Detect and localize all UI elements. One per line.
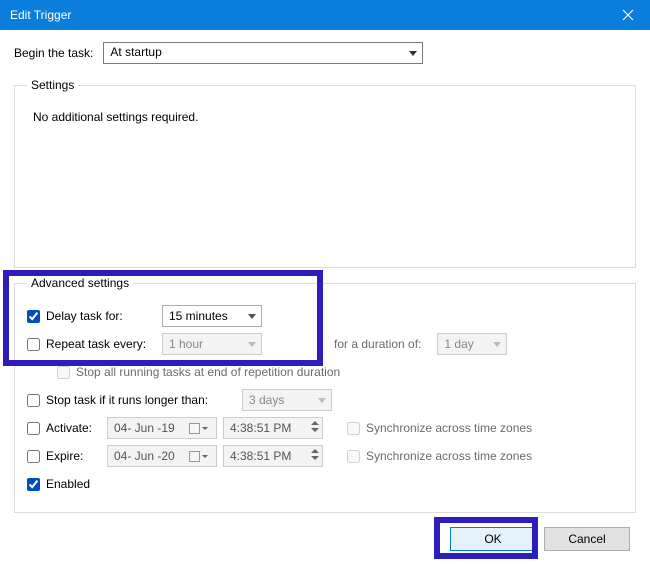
repeat-checkbox[interactable] xyxy=(27,338,40,351)
cancel-button[interactable]: Cancel xyxy=(544,527,630,551)
settings-group: Settings No additional settings required… xyxy=(14,78,636,268)
activate-sync-label: Synchronize across time zones xyxy=(366,421,532,435)
repeat-select[interactable]: 1 hour xyxy=(162,333,262,355)
settings-legend: Settings xyxy=(27,78,78,92)
stop-if-longer-value: 3 days xyxy=(249,393,284,407)
ok-label: OK xyxy=(484,532,501,546)
expire-date-value: 04- Jun -20 xyxy=(114,449,175,463)
activate-date-value: 04- Jun -19 xyxy=(114,421,175,435)
stop-repetition-checkbox xyxy=(57,366,70,379)
begin-task-value: At startup xyxy=(110,45,161,59)
title-bar: Edit Trigger xyxy=(0,0,650,30)
calendar-icon xyxy=(189,423,200,434)
repeat-value: 1 hour xyxy=(169,337,203,351)
advanced-settings-group: Advanced settings Delay task for: 15 min… xyxy=(14,276,636,513)
chevron-down-icon xyxy=(202,427,208,430)
spinner-icon xyxy=(311,421,319,432)
expire-date[interactable]: 04- Jun -20 xyxy=(107,445,217,467)
activate-label: Activate: xyxy=(46,421,101,435)
duration-select[interactable]: 1 day xyxy=(437,333,507,355)
ok-button[interactable]: OK xyxy=(450,527,536,551)
enabled-label: Enabled xyxy=(46,477,90,491)
expire-time-value: 4:38:51 PM xyxy=(230,449,291,463)
stop-repetition-label: Stop all running tasks at end of repetit… xyxy=(76,365,340,379)
expire-label: Expire: xyxy=(46,449,101,463)
stop-if-longer-select[interactable]: 3 days xyxy=(242,389,332,411)
delay-value: 15 minutes xyxy=(169,309,228,323)
activate-date[interactable]: 04- Jun -19 xyxy=(107,417,217,439)
enabled-checkbox[interactable] xyxy=(27,478,40,491)
stop-if-longer-label: Stop task if it runs longer than: xyxy=(46,393,236,407)
activate-sync-checkbox xyxy=(347,422,360,435)
activate-time-value: 4:38:51 PM xyxy=(230,421,291,435)
delay-label: Delay task for: xyxy=(46,309,156,323)
expire-time[interactable]: 4:38:51 PM xyxy=(223,445,323,467)
spinner-icon xyxy=(311,449,319,460)
duration-label: for a duration of: xyxy=(334,337,421,351)
expire-sync-checkbox xyxy=(347,450,360,463)
stop-if-longer-checkbox[interactable] xyxy=(27,394,40,407)
close-button[interactable] xyxy=(606,0,650,30)
advanced-legend: Advanced settings xyxy=(27,276,133,290)
delay-checkbox[interactable] xyxy=(27,310,40,323)
chevron-down-icon xyxy=(202,455,208,458)
activate-checkbox[interactable] xyxy=(27,422,40,435)
expire-checkbox[interactable] xyxy=(27,450,40,463)
calendar-icon xyxy=(189,451,200,462)
cancel-label: Cancel xyxy=(568,532,605,546)
close-icon xyxy=(622,9,634,21)
delay-select[interactable]: 15 minutes xyxy=(162,305,262,327)
begin-task-label: Begin the task: xyxy=(14,46,93,60)
activate-time[interactable]: 4:38:51 PM xyxy=(223,417,323,439)
begin-task-select[interactable]: At startup xyxy=(103,42,423,64)
window-title: Edit Trigger xyxy=(10,8,71,22)
settings-text: No additional settings required. xyxy=(27,102,623,124)
expire-sync-label: Synchronize across time zones xyxy=(366,449,532,463)
duration-value: 1 day xyxy=(444,337,473,351)
repeat-label: Repeat task every: xyxy=(46,337,156,351)
